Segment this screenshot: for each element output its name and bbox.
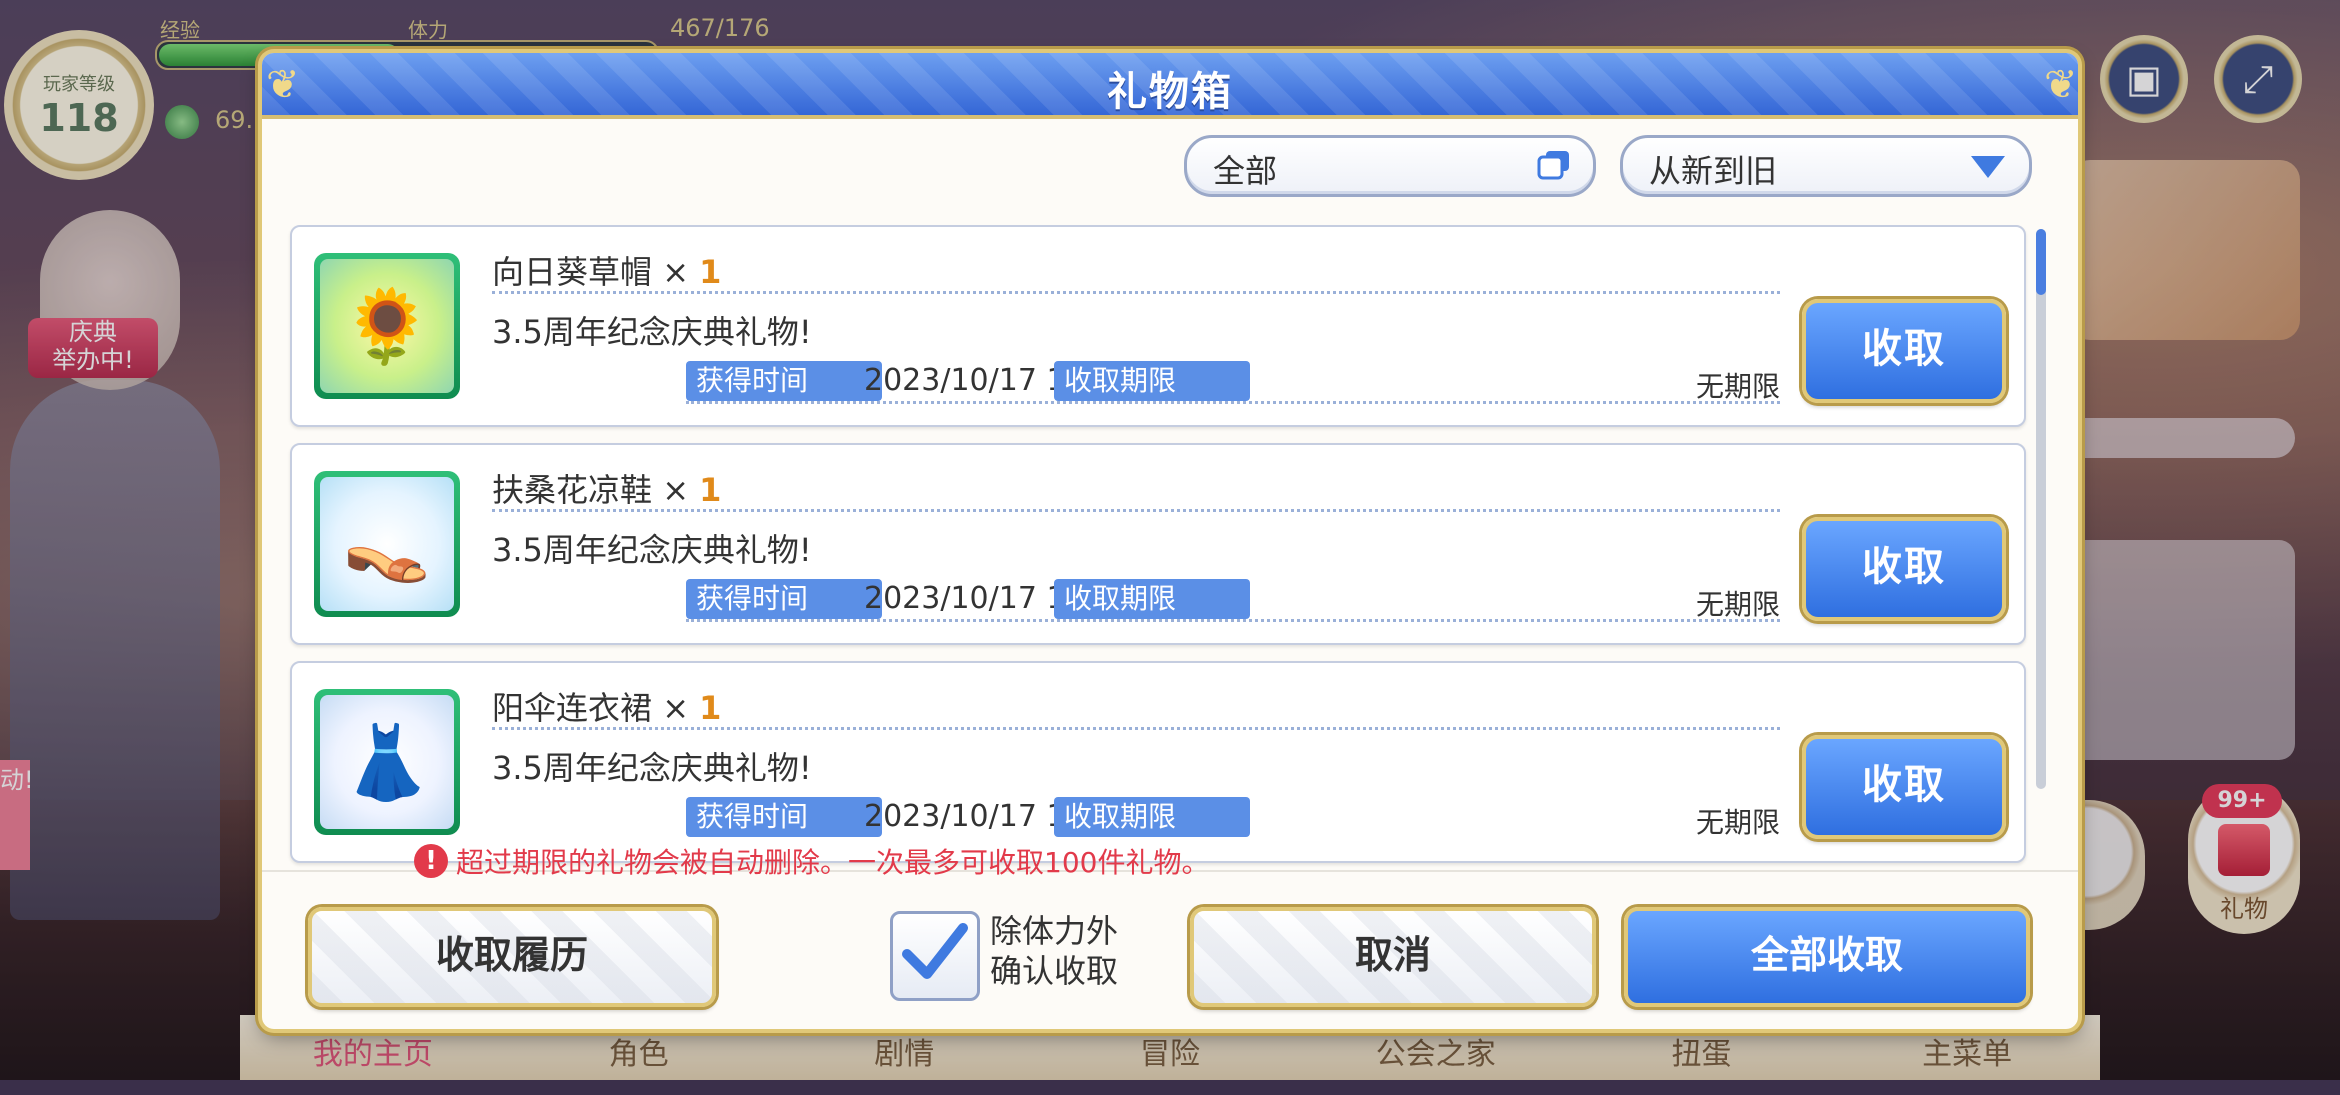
claim-all-button[interactable]: 全部收取 xyxy=(1624,907,2030,1007)
sort-order-value: 从新到旧 xyxy=(1649,152,1778,190)
gift-name: 扶桑花凉鞋 xyxy=(492,471,653,509)
gift-item: 🌻 向日葵草帽 × 1 3.5周年纪念庆典礼物! 获得时间 2023/10/17… xyxy=(290,225,2026,427)
divider xyxy=(492,509,1780,512)
confirm-except-stamina-checkbox[interactable] xyxy=(890,911,980,1001)
claim-deadline-value: 无期限 xyxy=(1695,588,1780,621)
claim-deadline-label: 收取期限 xyxy=(1054,361,1250,401)
dialog-title: 礼物箱 xyxy=(1107,69,1233,115)
gift-item: 👗 阳伞连衣裙 × 1 3.5周年纪念庆典礼物! 获得时间 2023/10/17… xyxy=(290,661,2026,863)
checkbox-label[interactable]: 除体力外 确认收取 xyxy=(990,911,1118,991)
gift-name-row: 向日葵草帽 × 1 xyxy=(492,253,722,291)
received-time-value: 2023/10/17 12:30 xyxy=(864,363,1133,398)
dialog-header: ❦ 礼物箱 ❦ xyxy=(262,53,2078,119)
exclamation-icon: ! xyxy=(414,844,448,878)
gift-list[interactable]: 🌻 向日葵草帽 × 1 3.5周年纪念庆典礼物! 获得时间 2023/10/17… xyxy=(286,225,2036,870)
received-time-value: 2023/10/17 12:30 xyxy=(864,581,1133,616)
checkbox-label-line1: 除体力外 xyxy=(990,912,1119,950)
dropdown-triangle-icon xyxy=(1971,156,2005,178)
gift-quantity: 1 xyxy=(699,253,722,291)
sunflower-hat-icon: 🌻 xyxy=(314,253,460,399)
gift-item: 👡 扶桑花凉鞋 × 1 3.5周年纪念庆典礼物! 获得时间 2023/10/17… xyxy=(290,443,2026,645)
claim-deadline-label: 收取期限 xyxy=(1054,797,1250,837)
gift-quantity: 1 xyxy=(699,689,722,727)
claim-button[interactable]: 收取 xyxy=(1802,735,2006,839)
copy-stack-icon xyxy=(1537,151,1569,180)
claim-deadline-value: 无期限 xyxy=(1695,806,1780,839)
gift-name: 阳伞连衣裙 xyxy=(492,689,653,727)
claim-history-button[interactable]: 收取履历 xyxy=(308,907,716,1007)
claim-button[interactable]: 收取 xyxy=(1802,517,2006,621)
received-time-label: 获得时间 xyxy=(686,361,882,401)
gift-box-dialog: ❦ 礼物箱 ❦ 全部 从新到旧 🌻 向日葵草帽 × 1 3.5周年纪念庆典礼物!… xyxy=(262,53,2078,1029)
claim-deadline-value: 无期限 xyxy=(1695,370,1780,403)
category-filter-value: 全部 xyxy=(1213,152,1278,190)
cancel-button[interactable]: 取消 xyxy=(1190,907,1596,1007)
received-time-value: 2023/10/17 12:30 xyxy=(864,799,1133,834)
divider xyxy=(686,619,1780,622)
category-filter-dropdown[interactable]: 全部 xyxy=(1184,135,1596,197)
divider xyxy=(492,291,1780,294)
sort-order-dropdown[interactable]: 从新到旧 xyxy=(1620,135,2032,197)
gift-description: 3.5周年纪念庆典礼物! xyxy=(492,313,812,351)
scrollbar-thumb[interactable] xyxy=(2036,229,2046,295)
gift-name-row: 阳伞连衣裙 × 1 xyxy=(492,689,722,727)
gift-quantity: 1 xyxy=(699,471,722,509)
claim-deadline-label: 收取期限 xyxy=(1054,579,1250,619)
corner-ornament-icon: ❦ xyxy=(2044,62,2078,108)
gift-name: 向日葵草帽 xyxy=(492,253,653,291)
received-time-label: 获得时间 xyxy=(686,579,882,619)
gift-description: 3.5周年纪念庆典礼物! xyxy=(492,749,812,787)
parasol-dress-icon: 👗 xyxy=(314,689,460,835)
gift-list-scrollbar[interactable] xyxy=(2036,229,2046,789)
checkbox-label-line2: 确认收取 xyxy=(990,952,1119,990)
checkmark-icon xyxy=(902,923,968,979)
received-time-label: 获得时间 xyxy=(686,797,882,837)
gift-description: 3.5周年纪念庆典礼物! xyxy=(492,531,812,569)
expiry-warning: ! 超过期限的礼物会被自动删除。一次最多可收取100件礼物。 xyxy=(414,841,1209,881)
gift-name-row: 扶桑花凉鞋 × 1 xyxy=(492,471,722,509)
divider xyxy=(492,727,1780,730)
divider xyxy=(686,401,1780,404)
claim-button[interactable]: 收取 xyxy=(1802,299,2006,403)
hibiscus-sandals-icon: 👡 xyxy=(314,471,460,617)
expiry-warning-text: 超过期限的礼物会被自动删除。一次最多可收取100件礼物。 xyxy=(456,846,1210,879)
